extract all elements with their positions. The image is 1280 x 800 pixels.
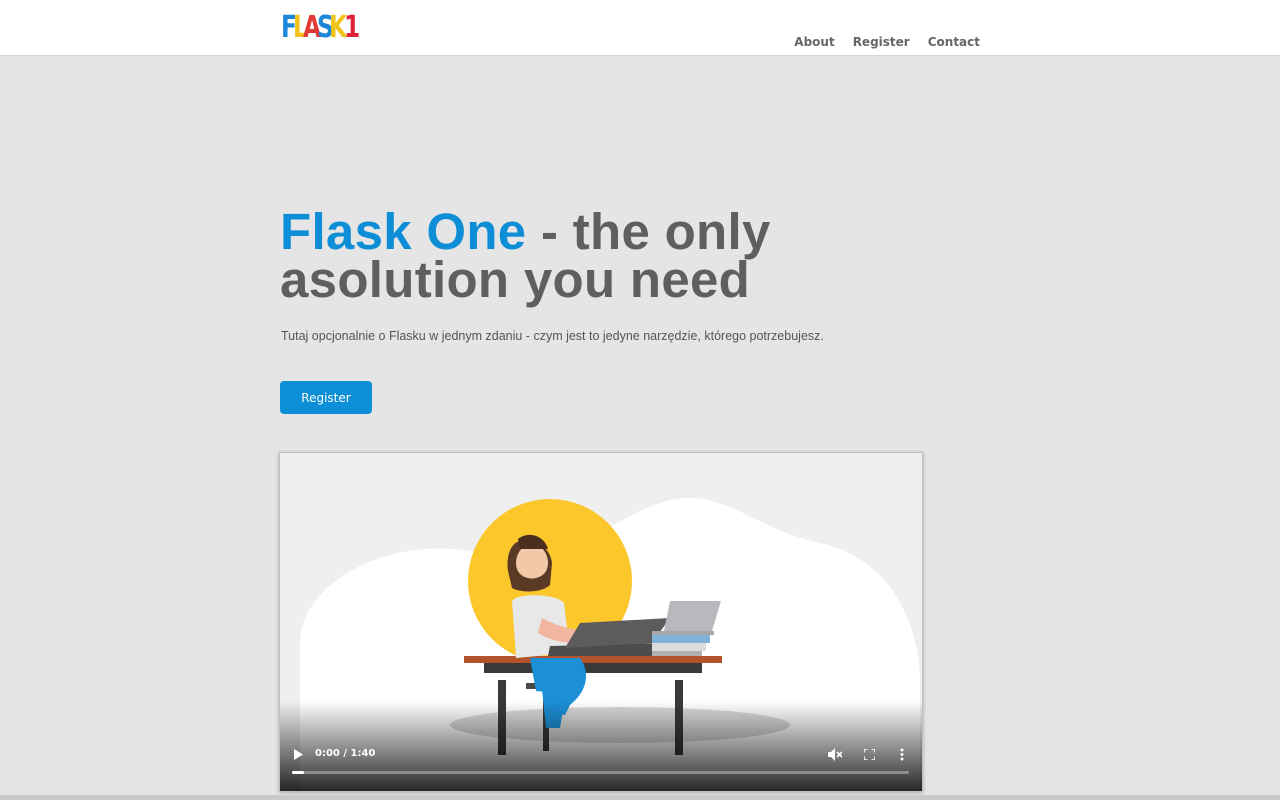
page-bottom-edge	[0, 795, 1280, 800]
logo-letter: K	[329, 10, 347, 45]
flask1-logo[interactable]: F L A S K 1	[281, 10, 360, 45]
more-options-icon[interactable]	[900, 748, 904, 761]
register-button[interactable]: Register	[280, 381, 372, 414]
logo-letter: 1	[343, 10, 360, 45]
promo-video-player[interactable]: 0:00 / 1:40	[279, 452, 923, 792]
play-icon[interactable]	[293, 749, 303, 760]
video-progress-fill	[292, 771, 304, 774]
main-nav: About Register Contact	[794, 35, 980, 49]
video-progress-bar[interactable]	[292, 771, 909, 774]
nav-about[interactable]: About	[794, 35, 834, 49]
mute-icon[interactable]	[828, 748, 842, 761]
hero-subtitle: Tutaj opcjonalnie o Flasku w jednym zdan…	[281, 329, 824, 343]
video-time: 0:00 / 1:40	[315, 748, 376, 759]
hero-title: Flask One - the only asolution you need	[280, 206, 980, 305]
site-header: F L A S K 1 About Register Contact	[0, 0, 1280, 56]
nav-contact[interactable]: Contact	[928, 35, 980, 49]
fullscreen-icon[interactable]	[864, 749, 875, 760]
nav-register[interactable]: Register	[853, 35, 910, 49]
video-controls-overlay	[280, 701, 922, 791]
